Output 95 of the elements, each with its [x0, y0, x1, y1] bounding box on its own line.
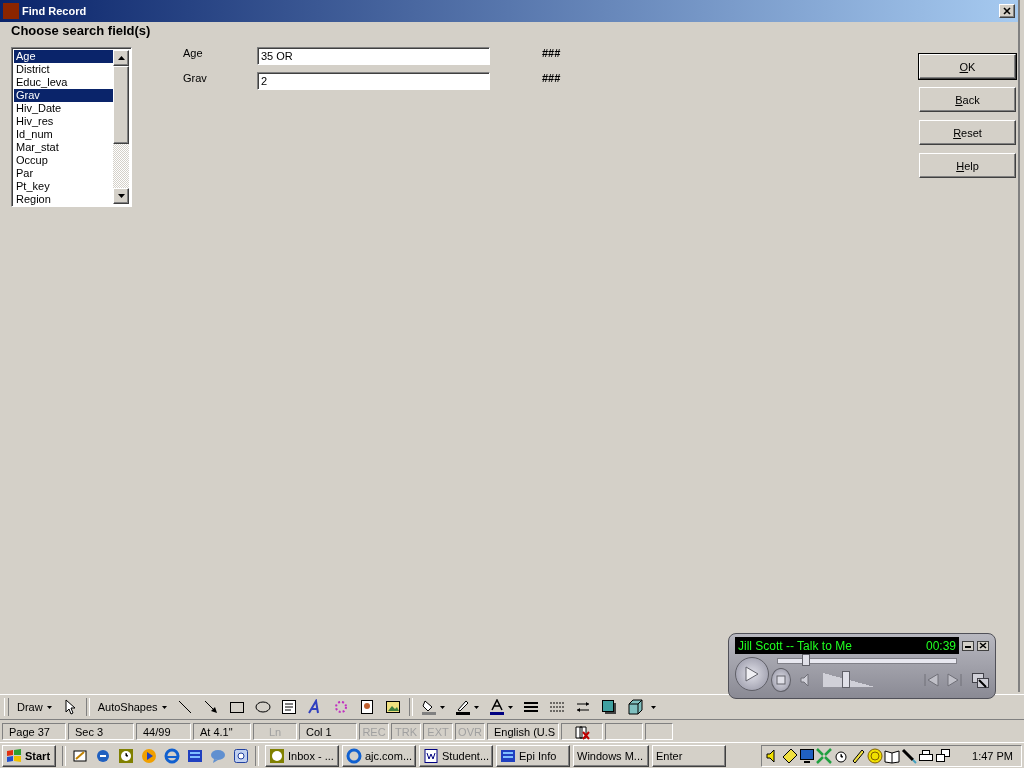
- text-box-icon[interactable]: [280, 699, 297, 715]
- taskbar-button[interactable]: Inbox - ...: [265, 744, 339, 767]
- list-item[interactable]: Age: [14, 50, 113, 63]
- input-field[interactable]: 35 OR: [257, 47, 490, 65]
- printer-icon[interactable]: [918, 747, 935, 764]
- field-listbox[interactable]: Age District Educ_leva Grav Hiv_Date Hiv_res Id_num Mar_stat Occup Par Pt_key Region: [11, 47, 132, 207]
- taskbar-button[interactable]: Windows M...: [573, 744, 649, 767]
- stop-button[interactable]: [771, 668, 791, 692]
- document-icon: [423, 747, 439, 764]
- clock-text: 1:47 PM: [972, 749, 1013, 762]
- arrow-icon[interactable]: [202, 699, 219, 715]
- status-text: Page 37: [2, 723, 66, 740]
- dialog-heading: Choose search field(s): [10, 22, 152, 40]
- dash-style-icon[interactable]: [548, 699, 565, 715]
- diagram-icon[interactable]: [332, 699, 349, 715]
- 3d-box-icon[interactable]: [626, 699, 643, 715]
- caret-icon: [46, 705, 52, 709]
- taskbar-button[interactable]: Enter: [652, 744, 726, 767]
- status-text: English (U.S: [487, 723, 559, 740]
- caret-icon: [161, 705, 167, 709]
- play-button[interactable]: [735, 657, 769, 691]
- status-text: At 4.1": [193, 723, 251, 740]
- list-item[interactable]: Educ_leva: [14, 76, 113, 89]
- taskbar-button[interactable]: Student...: [419, 744, 493, 767]
- track-time: 00:39: [925, 638, 956, 653]
- close-icon: [979, 642, 987, 649]
- draw-menu[interactable]: Draw: [15, 699, 54, 715]
- stop-icon: [776, 675, 786, 685]
- window-icon[interactable]: [233, 747, 249, 764]
- status-text: Col 1: [299, 723, 357, 740]
- taskbar-button[interactable]: Epi Info: [496, 744, 570, 767]
- caret-icon: [473, 705, 479, 709]
- coin-icon[interactable]: [867, 747, 884, 764]
- network-icon[interactable]: [935, 747, 952, 764]
- shadow-icon[interactable]: [600, 699, 617, 715]
- tag-icon[interactable]: [782, 747, 799, 764]
- field-label: Grav: [183, 72, 208, 84]
- list-item[interactable]: Hiv_res: [14, 115, 113, 128]
- list-item[interactable]: Hiv_Date: [14, 102, 113, 115]
- track-title: Jill Scott -- Talk to Me: [738, 638, 852, 653]
- app-logo-icon: [3, 3, 19, 19]
- list-item[interactable]: Par: [14, 167, 113, 180]
- windows-flag-icon: [6, 747, 22, 764]
- line-color-icon[interactable]: [454, 699, 471, 715]
- input-field[interactable]: 2: [257, 72, 490, 90]
- field-label: Age: [183, 47, 204, 59]
- list-item[interactable]: Region: [14, 193, 113, 206]
- field-format: ###: [542, 47, 561, 59]
- play-icon: [744, 666, 760, 682]
- window-title: Find Record: [22, 5, 88, 17]
- scroll-up-icon[interactable]: [117, 56, 125, 60]
- book-icon[interactable]: [884, 747, 901, 764]
- more-icon: [650, 705, 656, 709]
- media-icon[interactable]: [141, 747, 157, 764]
- arrow-style-icon[interactable]: [574, 699, 591, 715]
- volume-thumb[interactable]: [842, 671, 851, 688]
- close-icon: [1003, 7, 1011, 15]
- spelling-book-icon[interactable]: [574, 724, 590, 740]
- autoshapes-menu[interactable]: AutoShapes: [95, 699, 169, 715]
- list-item[interactable]: Mar_stat: [14, 141, 113, 154]
- list-item[interactable]: Pt_key: [14, 180, 113, 193]
- fill-color-icon[interactable]: [420, 699, 437, 715]
- list-item[interactable]: District: [14, 63, 113, 76]
- caret-icon: [439, 705, 445, 709]
- minimize-button[interactable]: [962, 640, 974, 651]
- list-item[interactable]: Occup: [14, 154, 113, 167]
- font-color-icon[interactable]: [488, 699, 505, 715]
- status-text: Sec 3: [68, 723, 134, 740]
- status-pane: [605, 723, 643, 740]
- close-button[interactable]: [977, 640, 989, 651]
- monitor-icon[interactable]: [799, 747, 816, 764]
- line-style-icon[interactable]: [522, 699, 539, 715]
- seek-thumb[interactable]: [802, 654, 811, 666]
- list-item[interactable]: Id_num: [14, 128, 113, 141]
- rectangle-icon[interactable]: [228, 699, 245, 715]
- dialog-button[interactable]: Help: [919, 153, 1016, 178]
- dialog-button[interactable]: Back: [919, 87, 1016, 112]
- caret-icon: [507, 705, 513, 709]
- list-item[interactable]: Grav: [14, 89, 113, 102]
- scroll-down-icon[interactable]: [117, 194, 125, 198]
- start-button[interactable]: Start: [2, 744, 56, 767]
- picture-icon[interactable]: [384, 699, 401, 715]
- clip-art-icon[interactable]: [358, 699, 375, 715]
- switch-view-icon[interactable]: [971, 671, 989, 689]
- line-icon[interactable]: [176, 699, 193, 715]
- oval-icon[interactable]: [254, 699, 271, 715]
- desktop-icon[interactable]: [72, 747, 88, 764]
- field-format: ###: [542, 72, 561, 84]
- dialog-button[interactable]: Reset: [919, 120, 1016, 145]
- scrollbar[interactable]: [113, 50, 129, 204]
- taskbar-button[interactable]: ajc.com...: [342, 744, 416, 767]
- status-pane: [645, 723, 673, 740]
- status-text: 44/99: [136, 723, 191, 740]
- pencil-icon[interactable]: [850, 747, 867, 764]
- dialog-button[interactable]: OK: [919, 54, 1016, 79]
